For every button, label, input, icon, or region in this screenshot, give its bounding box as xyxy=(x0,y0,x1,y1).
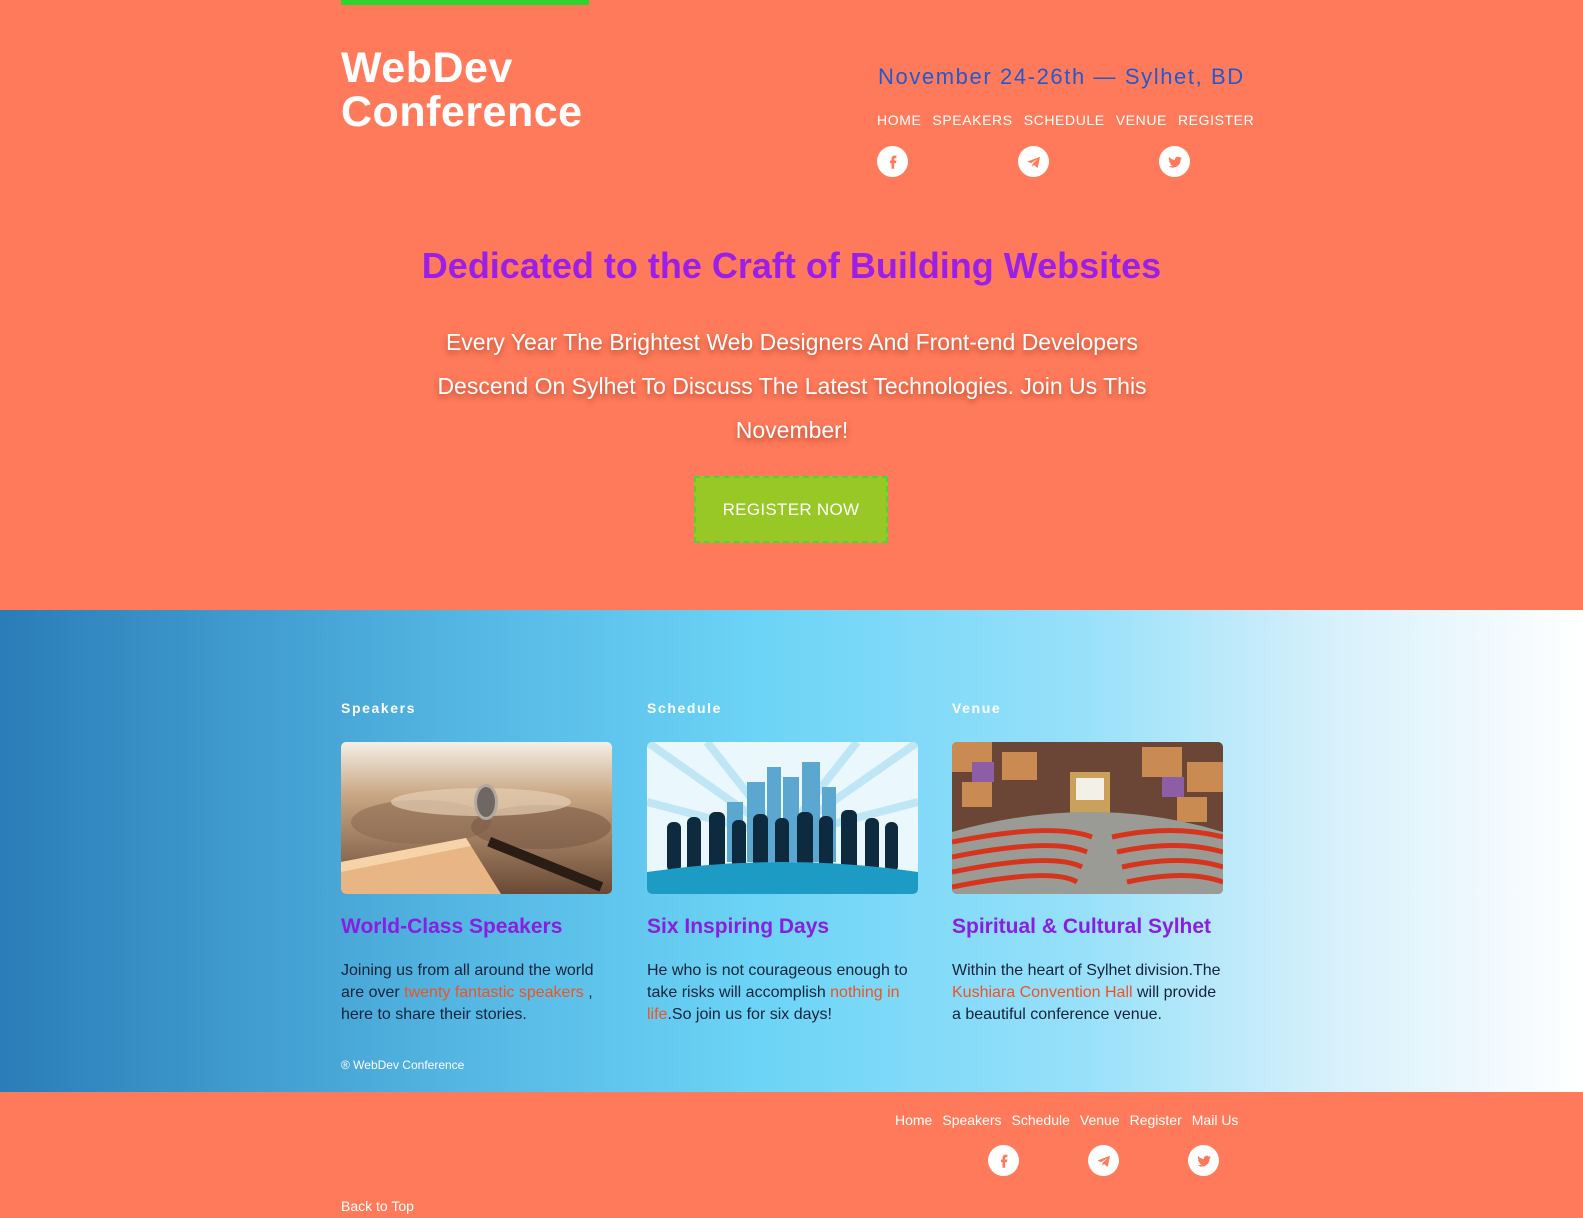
footer-nav-mail[interactable]: Mail Us xyxy=(1192,1112,1239,1128)
copyright: ® WebDev Conference xyxy=(341,1058,465,1072)
top-accent-bar xyxy=(341,0,589,5)
feature-label: Speakers xyxy=(341,700,417,716)
footer-twitter-button[interactable] xyxy=(1188,1145,1219,1176)
features-section: Speakers World-Class Speakers Joining us… xyxy=(0,610,1583,1092)
feature-label: Schedule xyxy=(647,700,723,716)
footer-nav-speakers[interactable]: Speakers xyxy=(942,1112,1001,1128)
hero-text: Every Year The Brightest Web Designers A… xyxy=(437,329,1147,443)
twitter-icon xyxy=(1197,1155,1211,1167)
nav-home[interactable]: HOME xyxy=(877,112,921,128)
feature-text: He who is not courageous enough to take … xyxy=(647,960,919,1026)
venue-link[interactable]: Kushiara Convention Hall xyxy=(952,984,1133,1001)
feature-title: Spiritual & Cultural Sylhet xyxy=(952,915,1212,938)
telegram-icon xyxy=(1096,1155,1110,1167)
logo-line-1: WebDev xyxy=(341,44,513,92)
facebook-icon xyxy=(1000,1154,1007,1168)
hero-title: Dedicated to the Craft of Building Websi… xyxy=(421,245,1162,286)
footer-nav-home[interactable]: Home xyxy=(895,1112,932,1128)
logo-line-2: Conference xyxy=(341,88,583,136)
register-now-button[interactable]: REGISTER NOW xyxy=(694,476,888,543)
twitter-icon xyxy=(1168,156,1182,168)
telegram-button[interactable] xyxy=(1018,146,1049,177)
facebook-button[interactable] xyxy=(877,146,908,177)
facebook-icon xyxy=(889,155,896,169)
telegram-icon xyxy=(1026,156,1040,168)
speakers-image xyxy=(341,742,612,894)
feature-text: Within the heart of Sylhet division.The … xyxy=(952,960,1224,1026)
nav-speakers[interactable]: SPEAKERS xyxy=(932,112,1012,128)
twitter-button[interactable] xyxy=(1159,146,1190,177)
footer-nav: Home Speakers Schedule Venue Register Ma… xyxy=(895,1112,1248,1128)
schedule-image xyxy=(647,742,918,894)
speakers-link[interactable]: twenty fantastic speakers xyxy=(404,984,584,1001)
nav-register[interactable]: REGISTER xyxy=(1178,112,1254,128)
nav-venue[interactable]: VENUE xyxy=(1116,112,1167,128)
back-to-top-link[interactable]: Back to Top xyxy=(341,1198,414,1214)
feature-text-after: .So join us for six days! xyxy=(667,1006,832,1023)
footer-nav-register[interactable]: Register xyxy=(1130,1112,1182,1128)
feature-title: World-Class Speakers xyxy=(341,915,563,938)
footer-telegram-button[interactable] xyxy=(1088,1145,1119,1176)
event-date: November 24-26th — Sylhet, BD xyxy=(878,64,1245,89)
site-logo[interactable]: WebDev Conference xyxy=(341,46,583,134)
feature-text: Joining us from all around the world are… xyxy=(341,960,613,1026)
footer-nav-venue[interactable]: Venue xyxy=(1080,1112,1120,1128)
feature-label: Venue xyxy=(952,700,1002,716)
footer-facebook-button[interactable] xyxy=(988,1145,1019,1176)
top-nav: HOME SPEAKERS SCHEDULE VENUE REGISTER xyxy=(877,112,1265,128)
feature-title: Six Inspiring Days xyxy=(647,915,830,938)
venue-image xyxy=(952,742,1223,894)
nav-schedule[interactable]: SCHEDULE xyxy=(1024,112,1105,128)
feature-text-before: Within the heart of Sylhet division.The xyxy=(952,962,1221,979)
footer-nav-schedule[interactable]: Schedule xyxy=(1012,1112,1070,1128)
